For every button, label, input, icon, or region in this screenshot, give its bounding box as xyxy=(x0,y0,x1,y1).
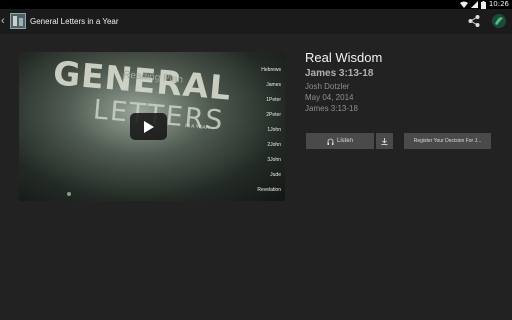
video-book-item: 1Peter xyxy=(266,97,281,103)
register-decision-button[interactable]: Register Your Decision For J... xyxy=(404,133,491,149)
sermon-date: May 04, 2014 xyxy=(305,93,354,102)
video-book-item: 2John xyxy=(267,142,281,148)
video-book-item: James xyxy=(266,82,281,88)
video-player[interactable]: GENERAL Reading Plan LETTERS IN A YEAR H… xyxy=(19,52,285,201)
sermon-reference: James 3:13-18 xyxy=(305,68,374,79)
sermon-title: Real Wisdom xyxy=(305,50,383,65)
video-book-item: Revelation xyxy=(257,187,281,193)
sermon-passage: James 3:13-18 xyxy=(305,104,358,113)
wifi-icon xyxy=(459,1,468,8)
video-book-item: Hebrews xyxy=(261,67,281,73)
share-icon[interactable] xyxy=(467,14,481,28)
app-logo-icon[interactable] xyxy=(10,13,26,29)
video-book-item: Jude xyxy=(270,172,281,178)
download-button[interactable] xyxy=(376,133,393,149)
page-title: General Letters in a Year xyxy=(30,17,119,26)
download-icon xyxy=(381,137,388,145)
video-book-item: 2Peter xyxy=(266,112,281,118)
video-decoration-dot xyxy=(67,192,71,196)
app-bar: ‹ General Letters in a Year xyxy=(0,9,512,34)
video-book-item: 1John xyxy=(267,127,281,133)
app-menu-icon[interactable] xyxy=(491,13,507,29)
register-decision-label: Register Your Decision For J... xyxy=(413,138,482,144)
status-time: 10:26 xyxy=(488,0,509,8)
video-book-item: 3John xyxy=(267,157,281,163)
play-icon[interactable] xyxy=(130,113,167,140)
sermon-details: Real Wisdom James 3:13-18 Josh Dotzler M… xyxy=(305,49,382,114)
status-bar: 10:26 xyxy=(0,0,512,9)
battery-icon xyxy=(480,0,486,9)
back-arrow-icon[interactable]: ‹ xyxy=(1,15,5,27)
status-icons: 10:26 xyxy=(459,0,509,9)
headphones-icon xyxy=(327,138,334,145)
signal-icon xyxy=(470,1,478,8)
video-book-list: Hebrews James 1Peter 2Peter 1John 2John … xyxy=(245,67,281,201)
sermon-speaker: Josh Dotzler xyxy=(305,82,350,91)
listen-button[interactable]: Listen xyxy=(306,133,374,149)
listen-label: Listen xyxy=(336,138,353,144)
